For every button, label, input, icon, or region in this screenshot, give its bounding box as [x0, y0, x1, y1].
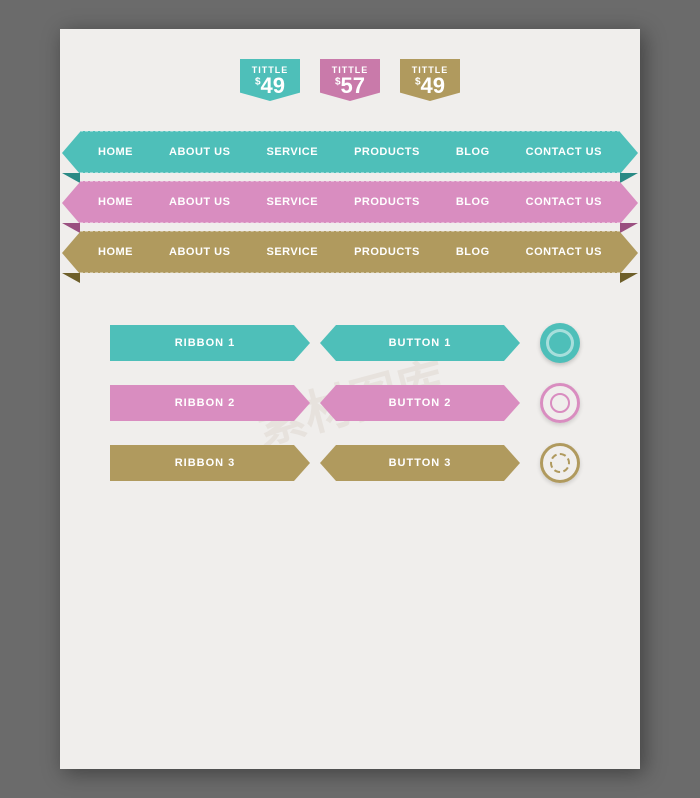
nav-gold-blog[interactable]: BLOG: [456, 246, 490, 258]
button-2-label: BUTTON 2: [389, 397, 452, 409]
nav-gold-fold-left: [62, 273, 80, 283]
price-tag-2: TITTLE $57: [315, 59, 385, 101]
circle-indicator-3[interactable]: [540, 443, 580, 483]
nav-pink-bar: HOME ABOUT US SERVICE PRODUCTS BLOG CONT…: [80, 181, 620, 223]
button-1[interactable]: BUTTON 1: [320, 325, 520, 361]
price-tag-price-1: $49: [244, 75, 296, 97]
nav-teal-bar: HOME ABOUT US SERVICE PRODUCTS BLOG CONT…: [80, 131, 620, 173]
nav-teal-products[interactable]: PRODUCTS: [354, 146, 420, 158]
ribbon-2-label: RIBBON 2: [175, 397, 236, 409]
nav-gold-home[interactable]: HOME: [98, 246, 133, 258]
price-tag-body-1: TITTLE $49: [240, 59, 300, 101]
ribbon-3[interactable]: RIBBON 3: [110, 445, 310, 481]
nav-pink-contact[interactable]: CONTACT US: [526, 196, 602, 208]
price-tag-body-2: TITTLE $57: [320, 59, 380, 101]
nav-pink-wrapper: HOME ABOUT US SERVICE PRODUCTS BLOG CONT…: [80, 181, 620, 223]
price-tag-1: TITTLE $49: [235, 59, 305, 101]
nav-teal-wrapper: HOME ABOUT US SERVICE PRODUCTS BLOG CONT…: [80, 131, 620, 173]
nav-pink-about[interactable]: ABOUT US: [169, 196, 230, 208]
nav-teal-about[interactable]: ABOUT US: [169, 146, 230, 158]
circle-teal-inner: [546, 329, 574, 357]
page-container: 素材图库 TITTLE $49 TITTLE $57 TITTLE $49 HO…: [60, 29, 640, 769]
price-tag-price-2: $57: [324, 75, 376, 97]
nav-pink-service[interactable]: SERVICE: [266, 196, 318, 208]
button-3-label: BUTTON 3: [389, 457, 452, 469]
button-1-label: BUTTON 1: [389, 337, 452, 349]
ribbon-1-label: RIBBON 1: [175, 337, 236, 349]
elements-section: RIBBON 1 BUTTON 1 RIBBON 2 BUTTON 2 RIBB…: [60, 323, 640, 483]
nav-gold-bar: HOME ABOUT US SERVICE PRODUCTS BLOG CONT…: [80, 231, 620, 273]
nav-gold-wrapper: HOME ABOUT US SERVICE PRODUCTS BLOG CONT…: [80, 231, 620, 273]
circle-indicator-2[interactable]: [540, 383, 580, 423]
nav-teal-blog[interactable]: BLOG: [456, 146, 490, 158]
nav-teal-contact[interactable]: CONTACT US: [526, 146, 602, 158]
price-tag-price-3: $49: [404, 75, 456, 97]
nav-pink-blog[interactable]: BLOG: [456, 196, 490, 208]
nav-gold-fold-right: [620, 273, 638, 283]
circle-indicator-1[interactable]: [540, 323, 580, 363]
nav-teal: HOME ABOUT US SERVICE PRODUCTS BLOG CONT…: [80, 131, 620, 173]
nav-teal-service[interactable]: SERVICE: [266, 146, 318, 158]
nav-gold: HOME ABOUT US SERVICE PRODUCTS BLOG CONT…: [80, 231, 620, 273]
nav-pink-home[interactable]: HOME: [98, 196, 133, 208]
nav-pink-products[interactable]: PRODUCTS: [354, 196, 420, 208]
ribbon-3-label: RIBBON 3: [175, 457, 236, 469]
price-tag-3: TITTLE $49: [395, 59, 465, 101]
button-2[interactable]: BUTTON 2: [320, 385, 520, 421]
nav-gold-about[interactable]: ABOUT US: [169, 246, 230, 258]
circle-pink-inner: [550, 393, 570, 413]
nav-gold-contact[interactable]: CONTACT US: [526, 246, 602, 258]
button-3[interactable]: BUTTON 3: [320, 445, 520, 481]
nav-teal-home[interactable]: HOME: [98, 146, 133, 158]
nav-gold-service[interactable]: SERVICE: [266, 246, 318, 258]
price-tags-section: TITTLE $49 TITTLE $57 TITTLE $49: [60, 59, 640, 101]
nav-gold-products[interactable]: PRODUCTS: [354, 246, 420, 258]
ribbon-2[interactable]: RIBBON 2: [110, 385, 310, 421]
circle-gold-inner: [550, 453, 570, 473]
nav-pink: HOME ABOUT US SERVICE PRODUCTS BLOG CONT…: [80, 181, 620, 223]
price-tag-body-3: TITTLE $49: [400, 59, 460, 101]
ribbon-1[interactable]: RIBBON 1: [110, 325, 310, 361]
